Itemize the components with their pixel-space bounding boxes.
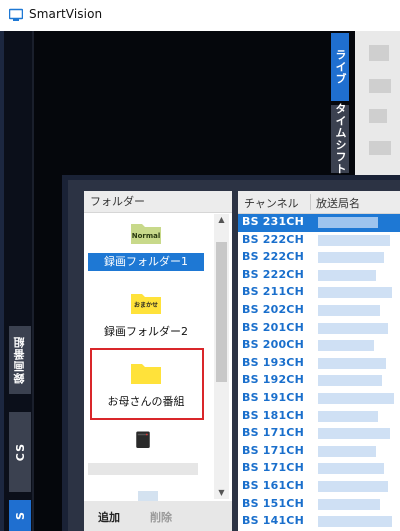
channel-row[interactable]: BS 222CH (238, 232, 400, 250)
channel-code: BS 202CH (242, 303, 304, 316)
station-name-redacted (318, 217, 378, 228)
add-button[interactable]: 追加 (98, 509, 120, 525)
channel-row[interactable]: BS 171CH (238, 443, 400, 461)
channel-row[interactable]: BS 201CH (238, 320, 400, 338)
channel-row[interactable]: BS 193CH (238, 355, 400, 373)
channel-code: BS 201CH (242, 320, 304, 334)
tab-recorded-label: 録画番組 (13, 336, 26, 384)
window-title: SmartVision (29, 7, 103, 21)
station-name-redacted (318, 305, 380, 316)
channel-code: BS 211CH (242, 285, 304, 299)
station-name-redacted (318, 322, 388, 334)
channel-code: BS 193CH (242, 355, 304, 369)
station-name-redacted (318, 516, 392, 528)
station-name-redacted (318, 410, 378, 422)
column-divider (310, 194, 311, 210)
station-name-redacted (318, 393, 394, 404)
channel-code: BS 161CH (242, 479, 304, 492)
channel-row[interactable]: BS 222CH (238, 249, 400, 267)
delete-button[interactable]: 削除 (150, 509, 172, 525)
tab-recorded[interactable]: 録画番組 (9, 326, 31, 394)
channel-row[interactable]: BS 161CH (238, 478, 400, 496)
station-name-redacted (318, 252, 384, 264)
tab-s-label: S (13, 511, 27, 520)
omakase-folder-icon: おまかせ (131, 294, 161, 314)
tab-live[interactable]: ライブ (331, 33, 349, 101)
folder-item-1[interactable]: Normal 録画フォルダー1 (88, 217, 212, 277)
svg-text:おまかせ: おまかせ (134, 301, 158, 309)
channel-code: BS 171CH (242, 426, 304, 440)
station-name-redacted (318, 463, 384, 475)
station-name-redacted (318, 357, 386, 369)
device-item[interactable] (88, 425, 212, 485)
station-name-redacted (318, 287, 392, 299)
channel-code: BS 141CH (242, 514, 304, 528)
station-name-redacted (318, 481, 388, 492)
tab-timeshift-label: タイムシフト (334, 103, 347, 175)
device-name-redacted (88, 463, 198, 475)
channel-code: BS 151CH (242, 496, 304, 510)
channel-code: BS 192CH (242, 373, 304, 387)
highlight-box (90, 348, 204, 420)
folder-icon: Normal (131, 224, 161, 244)
scroll-up-icon[interactable]: ▲ (214, 214, 229, 226)
scroll-down-icon[interactable]: ▼ (214, 487, 229, 499)
station-name-redacted (318, 375, 382, 387)
station-name-redacted (318, 498, 380, 510)
rail-divider (32, 31, 34, 531)
channel-code: BS 171CH (242, 443, 304, 457)
folder-scrollbar[interactable]: ▲ ▼ (214, 214, 229, 499)
app-icon (9, 8, 23, 21)
station-name-redacted (318, 445, 376, 457)
channel-pane: チャンネル 放送局名 BS 231CH BS 222CH BS 222CH BS 22… (238, 191, 400, 531)
channel-code: BS 222CH (242, 232, 304, 246)
channel-code: BS 222CH (242, 250, 304, 264)
channel-code: BS 171CH (242, 461, 304, 475)
channel-row[interactable]: BS 191CH (238, 390, 400, 408)
partial-icon (138, 491, 158, 501)
station-name-redacted (318, 340, 374, 352)
folder-label: 録画フォルダー1 (88, 253, 204, 271)
channel-code: BS 222CH (242, 267, 304, 281)
tab-timeshift[interactable]: タイムシフト (331, 103, 349, 175)
channel-row[interactable]: BS 231CH (238, 214, 400, 232)
folder-item-2[interactable]: おまかせ 録画フォルダー2 (88, 287, 212, 347)
scroll-thumb[interactable] (216, 242, 227, 382)
folder-label: 録画フォルダー2 (104, 325, 188, 338)
station-name-redacted (318, 269, 376, 281)
channel-row[interactable]: BS 181CH (238, 408, 400, 426)
channel-row[interactable]: BS 200CH (238, 337, 400, 355)
tab-cs-label: CS (13, 442, 27, 462)
channel-row[interactable]: BS 192CH (238, 372, 400, 390)
tab-live-label: ライブ (334, 49, 347, 85)
channel-row[interactable]: BS 202CH (238, 302, 400, 320)
channel-row[interactable]: BS 171CH (238, 425, 400, 443)
folder-footer: 追加 削除 (84, 501, 232, 531)
channel-code: BS 191CH (242, 391, 304, 404)
tab-cs[interactable]: CS (9, 412, 31, 492)
column-channel[interactable]: チャンネル (244, 195, 299, 211)
station-name-redacted (318, 234, 390, 246)
tab-s[interactable]: S (9, 500, 31, 531)
channel-header: チャンネル 放送局名 (238, 191, 400, 214)
title-bar: SmartVision (0, 0, 400, 31)
channel-row[interactable]: BS 151CH (238, 496, 400, 514)
channel-code: BS 231CH (242, 215, 304, 228)
column-station[interactable]: 放送局名 (316, 195, 360, 211)
channel-row[interactable]: BS 222CH (238, 267, 400, 285)
svg-text:Normal: Normal (132, 232, 161, 240)
channel-code: BS 181CH (242, 408, 304, 422)
channel-row[interactable]: BS 171CH (238, 460, 400, 478)
station-name-redacted (318, 428, 390, 440)
channel-code: BS 200CH (242, 338, 304, 352)
channel-row[interactable]: BS 141CH (238, 513, 400, 531)
nas-device-icon (136, 431, 150, 448)
folder-header: フォルダー (84, 191, 232, 213)
preview-thumbnails (355, 31, 400, 176)
channel-row[interactable]: BS 211CH (238, 284, 400, 302)
